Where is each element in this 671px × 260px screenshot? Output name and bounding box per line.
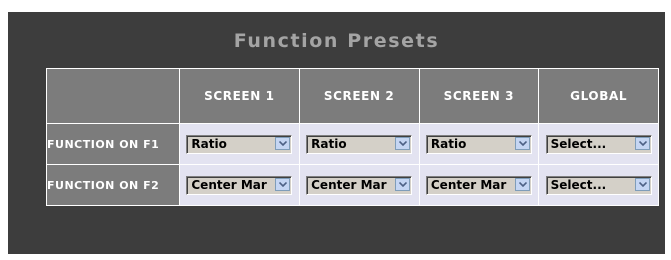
chevron-down-icon[interactable] <box>634 178 650 191</box>
cell-f1-screen-1: Ratio <box>179 123 300 165</box>
chevron-down-icon[interactable] <box>514 137 530 150</box>
f2-screen-1-select[interactable]: Center Mar <box>186 176 293 195</box>
select-value: Ratio <box>430 137 467 151</box>
column-header-global: GLOBAL <box>538 68 659 124</box>
f1-screen-2-select[interactable]: Ratio <box>306 135 413 154</box>
header-row: SCREEN 1 SCREEN 2 SCREEN 3 GLOBAL <box>46 68 659 124</box>
select-value: Select... <box>550 137 607 151</box>
select-value: Center Mar <box>430 178 507 192</box>
select-value: Center Mar <box>311 178 387 192</box>
function-presets-panel: Function Presets SCREEN 1 SCREEN 2 SCREE… <box>8 12 665 254</box>
cell-f1-global: Select... <box>538 123 659 165</box>
cell-f2-global: Select... <box>538 164 659 206</box>
f1-screen-3-select[interactable]: Ratio <box>425 135 532 154</box>
column-header-screen-3: SCREEN 3 <box>418 68 540 124</box>
cell-f1-screen-3: Ratio <box>418 123 540 165</box>
corner-cell <box>46 68 180 124</box>
row-function-f2: FUNCTION ON F2 Center Mar Center Mar Cen… <box>46 164 659 206</box>
chevron-down-icon[interactable] <box>275 178 291 191</box>
f2-global-select[interactable]: Select... <box>545 176 652 195</box>
select-value: Center Mar <box>191 178 267 192</box>
f2-screen-2-select[interactable]: Center Mar <box>306 176 413 195</box>
chevron-down-icon[interactable] <box>634 137 650 150</box>
cell-f1-screen-2: Ratio <box>298 123 420 165</box>
select-value: Ratio <box>191 137 227 151</box>
column-header-screen-2: SCREEN 2 <box>298 68 420 124</box>
chevron-down-icon[interactable] <box>395 178 411 191</box>
f2-screen-3-select[interactable]: Center Mar <box>425 176 532 195</box>
f1-global-select[interactable]: Select... <box>545 135 652 154</box>
column-header-screen-1: SCREEN 1 <box>179 68 300 124</box>
select-value: Select... <box>550 178 607 192</box>
chevron-down-icon[interactable] <box>514 178 530 191</box>
cell-f2-screen-1: Center Mar <box>179 164 300 206</box>
select-value: Ratio <box>311 137 347 151</box>
row-label-function-f1: FUNCTION ON F1 <box>46 123 180 165</box>
row-label-function-f2: FUNCTION ON F2 <box>46 164 180 206</box>
presets-table: SCREEN 1 SCREEN 2 SCREEN 3 GLOBAL FUNCTI… <box>46 68 659 206</box>
cell-f2-screen-2: Center Mar <box>298 164 420 206</box>
chevron-down-icon[interactable] <box>275 137 291 150</box>
f1-screen-1-select[interactable]: Ratio <box>186 135 293 154</box>
panel-title: Function Presets <box>233 30 440 52</box>
row-function-f1: FUNCTION ON F1 Ratio Ratio Ratio Select.… <box>46 123 659 165</box>
chevron-down-icon[interactable] <box>395 137 411 150</box>
cell-f2-screen-3: Center Mar <box>418 164 540 206</box>
